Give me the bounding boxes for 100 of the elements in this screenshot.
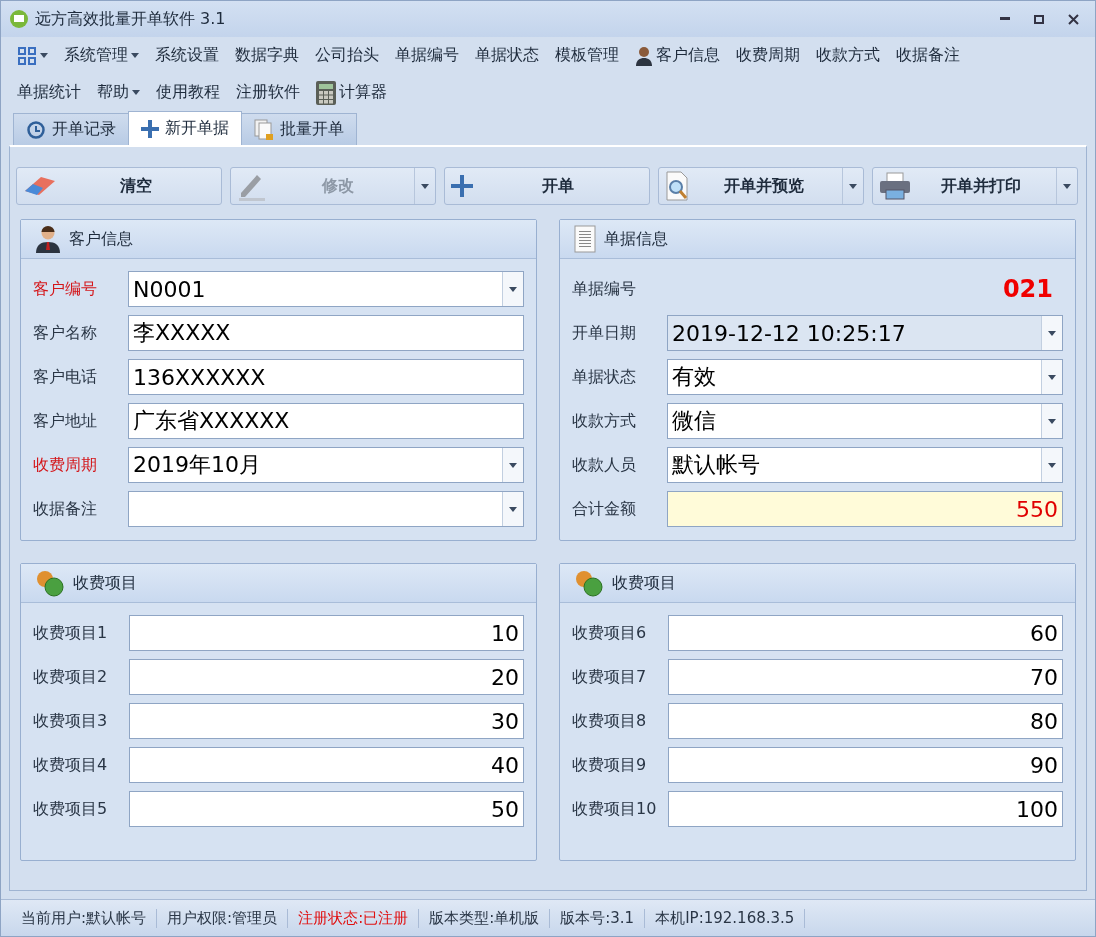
field-label: 客户地址: [33, 410, 98, 432]
menu-item[interactable]: 收款方式: [808, 37, 888, 74]
app-logo-icon: [9, 9, 29, 29]
combo-box[interactable]: N0001: [128, 271, 524, 307]
toolbar-button[interactable]: 开单: [444, 167, 650, 205]
magnifier-document-icon: [665, 171, 691, 201]
person-icon: [35, 225, 61, 253]
menu-item[interactable]: 客户信息: [627, 37, 728, 74]
panel-title: 单据信息: [604, 228, 668, 250]
status-text: 本机IP:192.168.3.5: [645, 908, 806, 928]
caret-icon: [509, 462, 517, 468]
field-label: 收费项目1: [33, 622, 109, 644]
grid-icon: [17, 45, 37, 66]
field-label: 收费项目4: [33, 754, 109, 776]
field-label: 收款方式: [572, 410, 637, 432]
field-label: 收费周期: [33, 454, 98, 476]
input-field[interactable]: 10: [129, 615, 524, 651]
caret-icon: [1048, 330, 1056, 336]
menu-item[interactable]: 数据字典: [227, 37, 307, 74]
plus-icon: [451, 175, 473, 197]
menu-item[interactable]: 帮助: [89, 74, 148, 111]
field-label: 收费项目7: [572, 666, 648, 688]
input-field[interactable]: 70: [668, 659, 1063, 695]
input-field[interactable]: 广东省XXXXXX: [128, 403, 524, 439]
input-field[interactable]: 李XXXXX: [128, 315, 524, 351]
status-text: 注册状态:已注册: [288, 908, 420, 928]
coins-icon: [574, 569, 604, 597]
menu-item[interactable]: 系统设置: [147, 37, 227, 74]
field-label: 收费项目2: [33, 666, 109, 688]
menu-item[interactable]: 单据状态: [467, 37, 547, 74]
field-label: 收费项目10: [572, 798, 658, 820]
caret-icon: [509, 506, 517, 512]
field-label: 收费项目5: [33, 798, 109, 820]
field-label: 客户名称: [33, 322, 98, 344]
toolbar-button[interactable]: 清空: [16, 167, 222, 205]
input-field[interactable]: 100: [668, 791, 1063, 827]
document-icon: [574, 225, 596, 253]
input-field[interactable]: 136XXXXXX: [128, 359, 524, 395]
toolbar-button[interactable]: 开单并预览: [658, 167, 864, 205]
input-field[interactable]: 20: [129, 659, 524, 695]
field-label: 单据状态: [572, 366, 637, 388]
input-field[interactable]: 40: [129, 747, 524, 783]
printer-icon: [879, 172, 911, 200]
toolbar-button[interactable]: 开单并打印: [872, 167, 1078, 205]
tab[interactable]: 新开单据: [128, 111, 242, 145]
status-text: 版本号:3.1: [550, 908, 646, 928]
menu-item[interactable]: 单据统计: [9, 74, 89, 111]
field-label: 收据备注: [33, 498, 98, 520]
field-label: 单据编号: [572, 278, 637, 300]
combo-box[interactable]: 2019-12-12 10:25:17: [667, 315, 1063, 351]
menu-item[interactable]: 公司抬头: [307, 37, 387, 74]
coins-icon: [35, 569, 65, 597]
input-field[interactable]: 50: [129, 791, 524, 827]
combo-box[interactable]: 2019年10月: [128, 447, 524, 483]
documents-icon: [254, 118, 274, 141]
panel-title: 客户信息: [69, 228, 133, 250]
menu-item[interactable]: 收据备注: [888, 37, 968, 74]
status-text: 用户权限:管理员: [157, 908, 289, 928]
field-label: 开单日期: [572, 322, 637, 344]
input-field[interactable]: 90: [668, 747, 1063, 783]
menu-item[interactable]: 单据编号: [387, 37, 467, 74]
panel-title: 收费项目: [73, 572, 137, 594]
tab[interactable]: 批量开单: [241, 113, 357, 145]
combo-box[interactable]: 有效: [667, 359, 1063, 395]
caret-icon: [132, 90, 140, 95]
status-text: 版本类型:单机版: [419, 908, 551, 928]
menu-item[interactable]: 注册软件: [228, 74, 308, 111]
menu-item[interactable]: 模板管理: [547, 37, 627, 74]
caret-icon: [1063, 183, 1071, 189]
field-label: 收费项目3: [33, 710, 109, 732]
menu-item[interactable]: 收费周期: [728, 37, 808, 74]
caret-icon: [421, 183, 429, 189]
caret-icon: [1048, 374, 1056, 380]
total-amount-field[interactable]: 550: [667, 491, 1063, 527]
menu-item[interactable]: 计算器: [308, 74, 395, 111]
field-label: 收款人员: [572, 454, 637, 476]
maximize-icon[interactable]: [1034, 14, 1044, 24]
window-title: 远方高效批量开单软件 3.1: [35, 8, 227, 30]
calculator-icon: [316, 80, 336, 105]
person-icon: [635, 45, 653, 66]
caret-icon: [131, 53, 139, 58]
combo-box[interactable]: 默认帐号: [667, 447, 1063, 483]
minimize-icon[interactable]: [1000, 17, 1010, 21]
field-label: 合计金额: [572, 498, 637, 520]
input-field[interactable]: 30: [129, 703, 524, 739]
close-icon[interactable]: [1067, 13, 1079, 25]
input-field[interactable]: 80: [668, 703, 1063, 739]
status-text: 当前用户:默认帐号: [11, 908, 158, 928]
field-label: 收费项目8: [572, 710, 648, 732]
caret-icon: [1048, 418, 1056, 424]
caret-icon: [849, 183, 857, 189]
field-label: 客户电话: [33, 366, 98, 388]
field-label: 收费项目6: [572, 622, 648, 644]
input-field[interactable]: 60: [668, 615, 1063, 651]
caret-icon: [509, 286, 517, 292]
combo-box[interactable]: 微信: [667, 403, 1063, 439]
menu-item[interactable]: 系统管理: [56, 37, 147, 74]
menu-item[interactable]: 使用教程: [148, 74, 228, 111]
caret-icon: [1048, 462, 1056, 468]
tab[interactable]: 开单记录: [13, 113, 129, 145]
